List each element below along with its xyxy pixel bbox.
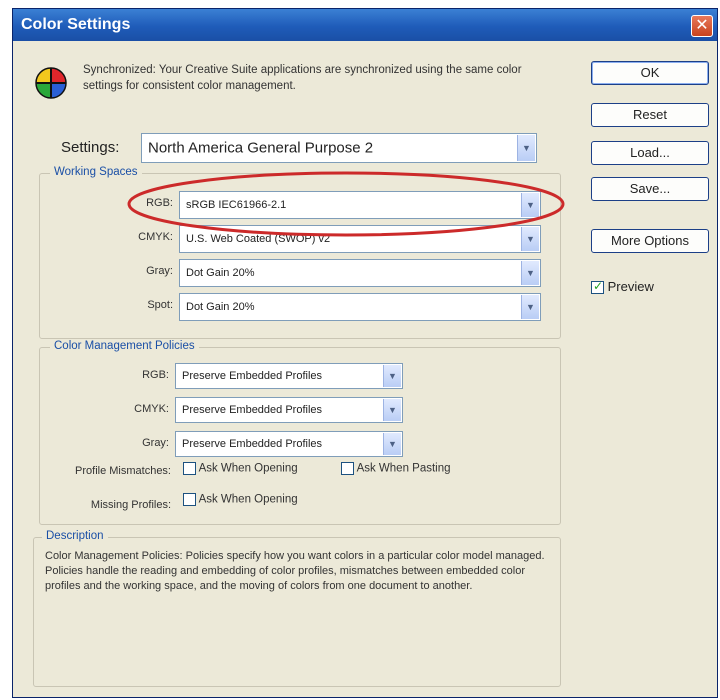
ws-rgb-dropdown[interactable]: sRGB IEC61966-2.1 ▼ xyxy=(179,191,541,219)
preview-checkbox[interactable] xyxy=(591,279,604,295)
working-spaces-legend: Working Spaces xyxy=(50,166,142,178)
title-bar: Color Settings ✕ xyxy=(13,9,717,41)
chevron-down-icon: ▼ xyxy=(383,433,401,455)
missing-ask-when-opening-label: Ask When Opening xyxy=(198,493,298,506)
policy-cmyk-dropdown[interactable]: Preserve Embedded Profiles ▼ xyxy=(175,397,403,423)
policy-gray-label: Gray: xyxy=(142,437,169,449)
reset-button[interactable]: Reset xyxy=(591,103,709,127)
dialog-title: Color Settings xyxy=(21,16,131,33)
ws-spot-value: Dot Gain 20% xyxy=(186,301,255,313)
load-button[interactable]: Load... xyxy=(591,141,709,165)
ask-when-opening-checkbox[interactable] xyxy=(183,462,196,475)
preview-label: Preview xyxy=(607,279,654,294)
ask-when-opening-option[interactable]: Ask When Opening xyxy=(183,462,298,475)
chevron-down-icon: ▼ xyxy=(521,295,539,319)
ws-cmyk-label: CMYK: xyxy=(138,231,173,243)
color-wheel-icon xyxy=(35,67,67,99)
policy-rgb-label: RGB: xyxy=(142,369,169,381)
ws-spot-label: Spot: xyxy=(147,299,173,311)
preview-option[interactable]: Preview xyxy=(591,279,654,295)
ws-gray-value: Dot Gain 20% xyxy=(186,267,255,279)
chevron-down-icon: ▼ xyxy=(521,227,539,251)
missing-profiles-label: Missing Profiles: xyxy=(90,499,171,511)
ask-when-pasting-option[interactable]: Ask When Pasting xyxy=(341,462,451,475)
description-text: Color Management Policies: Policies spec… xyxy=(45,550,545,592)
policy-cmyk-label: CMYK: xyxy=(134,403,169,415)
missing-ask-when-opening-option[interactable]: Ask When Opening xyxy=(183,493,298,506)
ws-gray-dropdown[interactable]: Dot Gain 20% ▼ xyxy=(179,259,541,287)
settings-label: Settings: xyxy=(61,139,120,156)
settings-dropdown[interactable]: North America General Purpose 2 ▼ xyxy=(141,133,537,163)
more-options-button[interactable]: More Options xyxy=(591,229,709,253)
save-button[interactable]: Save... xyxy=(591,177,709,201)
ask-when-pasting-label: Ask When Pasting xyxy=(356,462,451,475)
policy-rgb-value: Preserve Embedded Profiles xyxy=(182,370,323,382)
profile-mismatches-label: Profile Mismatches: xyxy=(75,465,171,477)
policy-gray-value: Preserve Embedded Profiles xyxy=(182,438,323,450)
ws-rgb-label: RGB: xyxy=(146,197,173,209)
ask-when-opening-label: Ask When Opening xyxy=(198,462,298,475)
settings-value: North America General Purpose 2 xyxy=(148,139,374,157)
chevron-down-icon: ▼ xyxy=(517,135,535,161)
policy-rgb-dropdown[interactable]: Preserve Embedded Profiles ▼ xyxy=(175,363,403,389)
close-icon[interactable]: ✕ xyxy=(691,15,713,37)
sync-status-text: Synchronized: Your Creative Suite applic… xyxy=(83,64,522,92)
color-settings-dialog: Color Settings ✕ Synchronized: Your Crea… xyxy=(12,8,718,698)
policy-cmyk-value: Preserve Embedded Profiles xyxy=(182,404,323,416)
missing-ask-when-opening-checkbox[interactable] xyxy=(183,493,196,506)
policy-gray-dropdown[interactable]: Preserve Embedded Profiles ▼ xyxy=(175,431,403,457)
chevron-down-icon: ▼ xyxy=(383,365,401,387)
ws-cmyk-value: U.S. Web Coated (SWOP) v2 xyxy=(186,233,331,245)
chevron-down-icon: ▼ xyxy=(521,261,539,285)
policies-legend: Color Management Policies xyxy=(50,340,199,352)
ws-gray-label: Gray: xyxy=(146,265,173,277)
ws-rgb-value: sRGB IEC61966-2.1 xyxy=(186,199,287,211)
chevron-down-icon: ▼ xyxy=(383,399,401,421)
chevron-down-icon: ▼ xyxy=(521,193,539,217)
ws-cmyk-dropdown[interactable]: U.S. Web Coated (SWOP) v2 ▼ xyxy=(179,225,541,253)
description-legend: Description xyxy=(42,530,108,542)
ok-button[interactable]: OK xyxy=(591,61,709,85)
ask-when-pasting-checkbox[interactable] xyxy=(341,462,354,475)
ws-spot-dropdown[interactable]: Dot Gain 20% ▼ xyxy=(179,293,541,321)
